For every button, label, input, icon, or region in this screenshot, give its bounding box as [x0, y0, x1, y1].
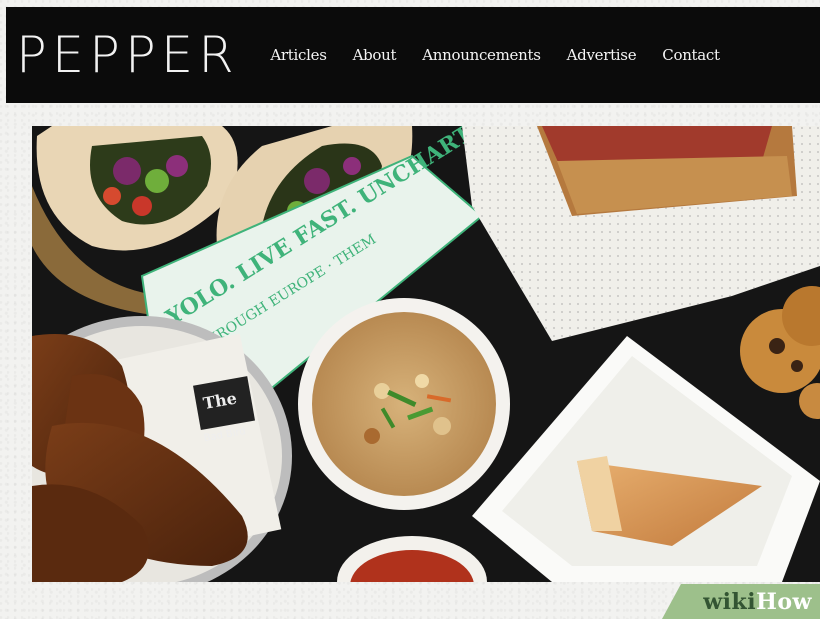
nav-contact[interactable]: Contact: [662, 46, 720, 64]
watermark-text: wikiHow: [703, 589, 812, 615]
hero-illustration: YOLO. LIVE FAST. UNCHARTED TERRITORY THR…: [32, 126, 820, 582]
watermark-wiki: wiki: [703, 588, 757, 615]
site-header: PEPPER Articles About Announcements Adve…: [6, 7, 820, 103]
page: PEPPER Articles About Announcements Adve…: [0, 0, 820, 619]
hero-image: YOLO. LIVE FAST. UNCHARTED TERRITORY THR…: [32, 126, 820, 582]
nav-about[interactable]: About: [353, 46, 397, 64]
nav-advertise[interactable]: Advertise: [567, 46, 637, 64]
watermark-how: How: [756, 588, 812, 615]
main-nav: Articles About Announcements Advertise C…: [270, 46, 720, 64]
nav-articles[interactable]: Articles: [270, 46, 327, 64]
watermark-badge: wikiHow: [662, 584, 820, 619]
site-logo[interactable]: PEPPER: [16, 30, 239, 80]
nav-announcements[interactable]: Announcements: [422, 46, 541, 64]
rice-bowl: [298, 298, 510, 510]
